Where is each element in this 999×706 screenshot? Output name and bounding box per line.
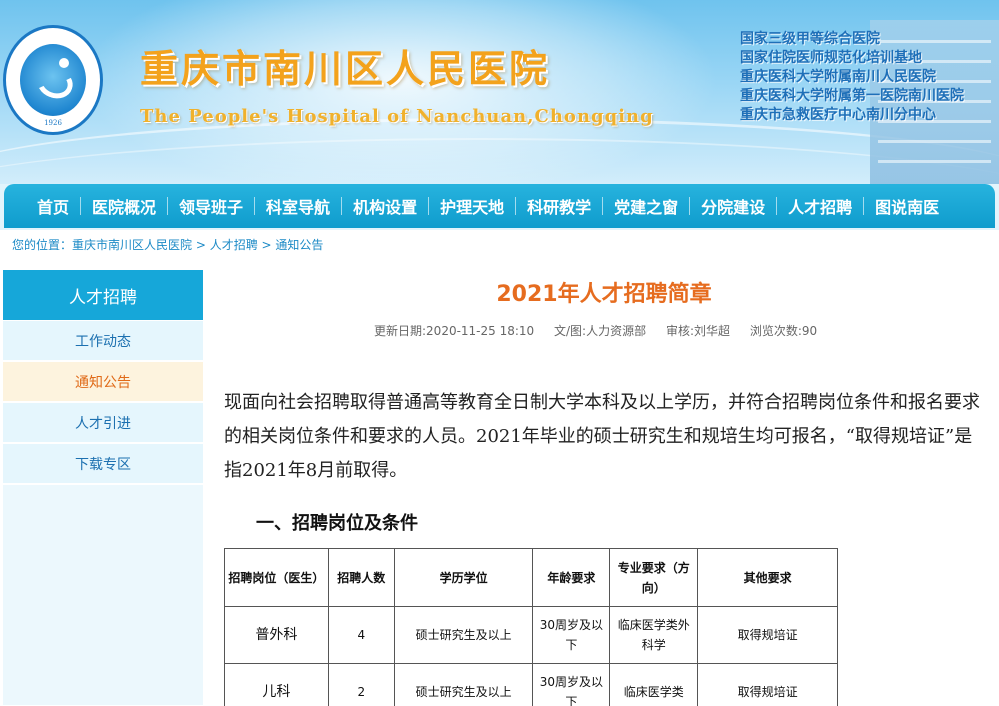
breadcrumb-separator: > [257, 238, 276, 252]
table-cell: 2 [327, 663, 395, 706]
table-cell: 临床医学类 [609, 663, 699, 706]
sidebar-item-work-news[interactable]: 工作动态 [3, 321, 203, 361]
table-cell: 普外科 [224, 606, 329, 664]
table-header-cell: 招聘人数 [327, 548, 395, 607]
sidebar-filler [3, 485, 203, 705]
nav-item-departments[interactable]: 科室导航 [255, 194, 341, 218]
nav-item-leadership[interactable]: 领导班子 [168, 194, 254, 218]
breadcrumb-separator: > [192, 238, 210, 252]
table-row: 儿科 2 硕士研究生及以上 30周岁及以下 临床医学类 取得规培证 [224, 663, 838, 706]
nav-item-home[interactable]: 首页 [26, 194, 80, 218]
table-cell: 硕士研究生及以上 [393, 663, 534, 706]
breadcrumb-link-recruitment[interactable]: 人才招聘 [210, 238, 258, 252]
hospital-tag: 国家住院医师规范化培训基地 [740, 50, 922, 66]
nav-item-recruitment[interactable]: 人才招聘 [777, 194, 863, 218]
sidebar-item-talent[interactable]: 人才引进 [3, 403, 203, 443]
table-cell: 30周岁及以下 [532, 606, 611, 664]
table-cell: 取得规培证 [697, 663, 838, 706]
article-views: 浏览次数:90 [749, 324, 818, 338]
table-header-cell: 年龄要求 [532, 548, 611, 607]
table-header-cell: 其他要求 [697, 548, 838, 607]
hospital-tag: 国家三级甲等综合医院 [740, 31, 880, 47]
logo-head-icon [59, 58, 69, 68]
sidebar: 人才招聘 工作动态 通知公告 人才引进 下载专区 [3, 270, 203, 705]
table-header-row: 招聘岗位（医生） 招聘人数 学历学位 年龄要求 专业要求（方向） 其他要求 [224, 548, 838, 607]
site-title[interactable]: 重庆市南川区人民医院 [140, 38, 550, 93]
table-cell: 30周岁及以下 [532, 663, 611, 706]
table-header-cell: 学历学位 [393, 548, 534, 607]
nav-item-gallery[interactable]: 图说南医 [864, 194, 950, 218]
job-table: 招聘岗位（医生） 招聘人数 学历学位 年龄要求 专业要求（方向） 其他要求 普外… [224, 548, 838, 706]
article-title: 2021年人才招聘简章 [496, 282, 712, 307]
breadcrumb: 您的位置：重庆市南川区人民医院 > 人才招聘 > 通知公告 [12, 236, 323, 253]
hospital-logo[interactable]: 1926 [3, 25, 103, 135]
nav-item-research[interactable]: 科研教学 [516, 194, 602, 218]
nav-item-overview[interactable]: 医院概况 [81, 194, 167, 218]
nav-item-nursing[interactable]: 护理天地 [429, 194, 515, 218]
logo-year: 1926 [44, 119, 62, 127]
article-date: 更新日期:2020-11-25 18:10 [374, 324, 535, 338]
section-heading: 一、招聘岗位及条件 [256, 513, 418, 534]
breadcrumb-link-home[interactable]: 重庆市南川区人民医院 [72, 238, 192, 252]
article-intro: 现面向社会招聘取得普通高等教育全日制大学本科及以上学历，并符合招聘岗位条件和报名… [224, 392, 980, 481]
article-reviewer: 审核:刘华超 [665, 324, 730, 338]
sidebar-item-notices[interactable]: 通知公告 [3, 362, 203, 402]
table-cell: 硕士研究生及以上 [393, 606, 534, 664]
hospital-tag: 重庆市急救医疗中心南川分中心 [740, 107, 936, 123]
table-cell: 取得规培证 [697, 606, 838, 664]
table-row: 普外科 4 硕士研究生及以上 30周岁及以下 临床医学类外科学 取得规培证 [224, 606, 838, 664]
sidebar-item-downloads[interactable]: 下载专区 [3, 444, 203, 484]
table-header-cell: 专业要求（方向） [609, 548, 699, 607]
table-cell: 临床医学类外科学 [609, 606, 699, 664]
hospital-tag: 重庆医科大学附属南川人民医院 [740, 69, 936, 85]
breadcrumb-link-notices[interactable]: 通知公告 [275, 238, 323, 252]
nav-item-branches[interactable]: 分院建设 [690, 194, 776, 218]
nav-item-organization[interactable]: 机构设置 [342, 194, 428, 218]
breadcrumb-prefix: 您的位置： [12, 238, 73, 252]
hospital-tag: 重庆医科大学附属第一医院南川医院 [740, 88, 964, 104]
nav-wrapper: 首页 医院概况 领导班子 科室导航 机构设置 护理天地 科研教学 党建之窗 分院… [0, 184, 999, 230]
hospital-tags: 国家三级甲等综合医院 国家住院医师规范化培训基地 重庆医科大学附属南川人民医院 … [740, 30, 964, 125]
table-header-cell: 招聘岗位（医生） [224, 548, 329, 607]
article-meta: 更新日期:2020-11-25 18:10 文/图:人力资源部 审核:刘华超 浏… [374, 322, 833, 339]
sidebar-title: 人才招聘 [3, 270, 203, 320]
nav-item-party[interactable]: 党建之窗 [603, 194, 689, 218]
site-subtitle: The People's Hospital of Nanchuan,Chongq… [140, 106, 654, 127]
article-author: 文/图:人力资源部 [554, 324, 647, 338]
main-nav: 首页 医院概况 领导班子 科室导航 机构设置 护理天地 科研教学 党建之窗 分院… [4, 184, 995, 228]
table-cell: 4 [327, 606, 395, 664]
site-header: 1926 重庆市南川区人民医院 The People's Hospital of… [0, 0, 999, 184]
table-cell: 儿科 [224, 663, 329, 706]
